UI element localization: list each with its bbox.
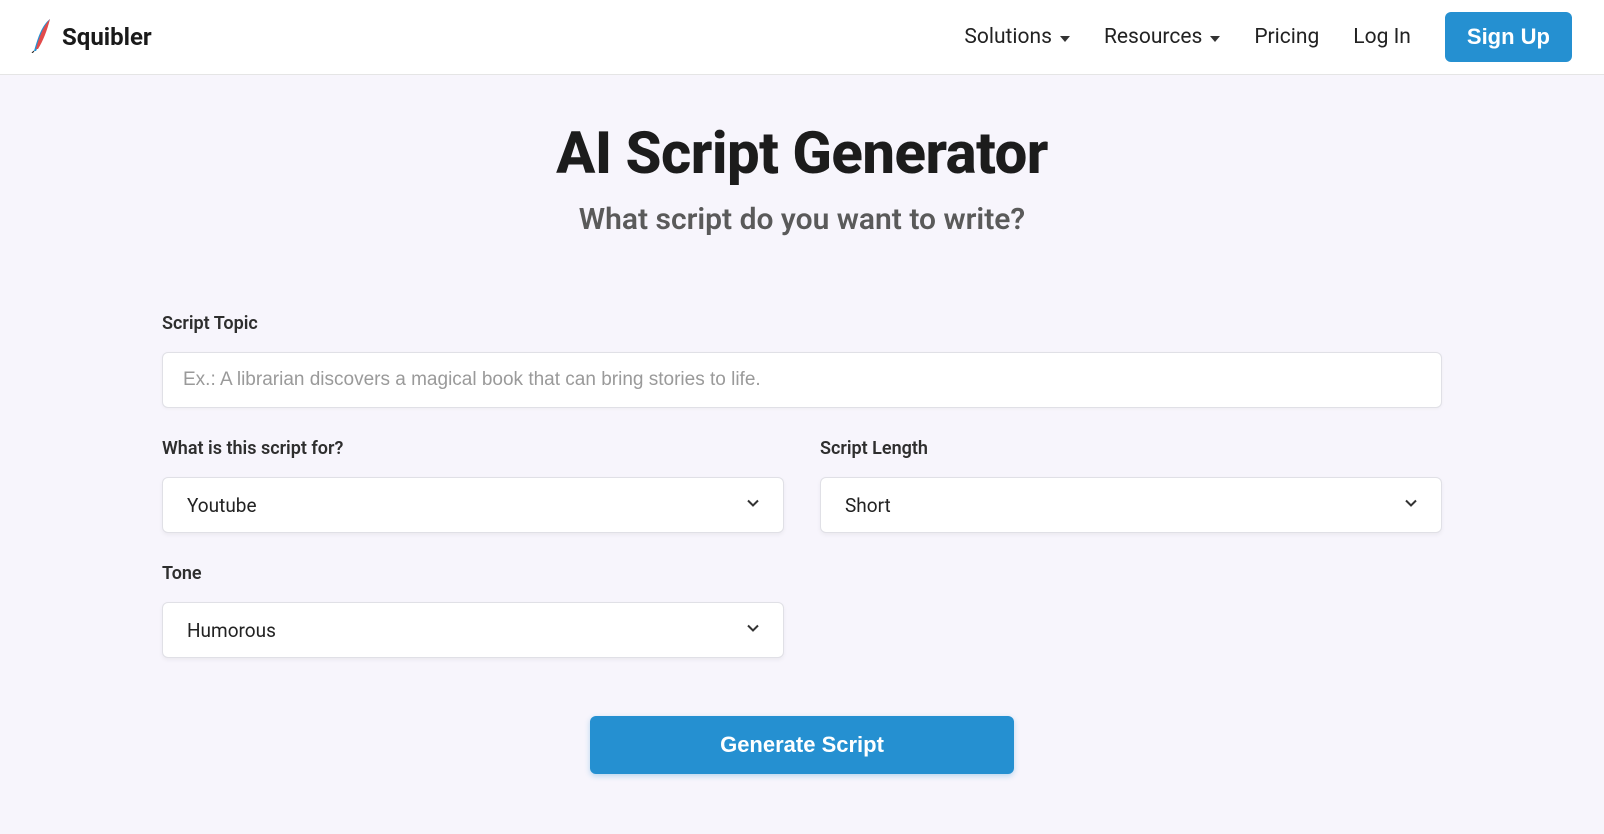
tone-label: Tone xyxy=(162,563,784,584)
script-length-value: Short xyxy=(845,494,891,517)
chevron-down-icon xyxy=(743,618,763,643)
topic-label: Script Topic xyxy=(162,313,1442,334)
empty-col xyxy=(820,563,1442,658)
tone-value: Humorous xyxy=(187,619,276,642)
tone-select[interactable]: Humorous xyxy=(162,602,784,658)
caret-down-icon xyxy=(1060,36,1070,42)
form-row-1: What is this script for? Youtube Script … xyxy=(162,438,1442,533)
script-for-value: Youtube xyxy=(187,494,257,517)
script-form: Script Topic What is this script for? Yo… xyxy=(162,313,1442,774)
script-for-select[interactable]: Youtube xyxy=(162,477,784,533)
tone-field-group: Tone Humorous xyxy=(162,563,784,658)
caret-down-icon xyxy=(1210,36,1220,42)
main-content: AI Script Generator What script do you w… xyxy=(0,75,1604,834)
nav-solutions-label: Solutions xyxy=(964,25,1052,49)
script-for-label: What is this script for? xyxy=(162,438,784,459)
script-length-label: Script Length xyxy=(820,438,1442,459)
script-length-field-group: Script Length Short xyxy=(820,438,1442,533)
signup-button[interactable]: Sign Up xyxy=(1445,12,1572,62)
nav-pricing[interactable]: Pricing xyxy=(1254,25,1319,49)
script-for-field-group: What is this script for? Youtube xyxy=(162,438,784,533)
feather-icon xyxy=(28,17,52,57)
nav-login-label: Log In xyxy=(1353,25,1411,49)
nav-resources[interactable]: Resources xyxy=(1104,25,1220,49)
page-subtitle: What script do you want to write? xyxy=(579,202,1025,237)
chevron-down-icon xyxy=(743,493,763,518)
nav-solutions[interactable]: Solutions xyxy=(964,25,1070,49)
nav-resources-label: Resources xyxy=(1104,25,1202,49)
topic-field-group: Script Topic xyxy=(162,313,1442,408)
brand-name: Squibler xyxy=(62,23,152,51)
nav-pricing-label: Pricing xyxy=(1254,25,1319,49)
generate-script-button[interactable]: Generate Script xyxy=(590,716,1014,774)
main-nav: Solutions Resources Pricing Log In Sign … xyxy=(964,12,1572,62)
page-title: AI Script Generator xyxy=(556,120,1048,188)
header: Squibler Solutions Resources Pricing Log… xyxy=(0,0,1604,75)
logo[interactable]: Squibler xyxy=(28,17,152,57)
nav-login[interactable]: Log In xyxy=(1353,25,1411,49)
generate-wrap: Generate Script xyxy=(162,716,1442,774)
chevron-down-icon xyxy=(1401,493,1421,518)
topic-input[interactable] xyxy=(162,352,1442,408)
form-row-2: Tone Humorous xyxy=(162,563,1442,658)
script-length-select[interactable]: Short xyxy=(820,477,1442,533)
